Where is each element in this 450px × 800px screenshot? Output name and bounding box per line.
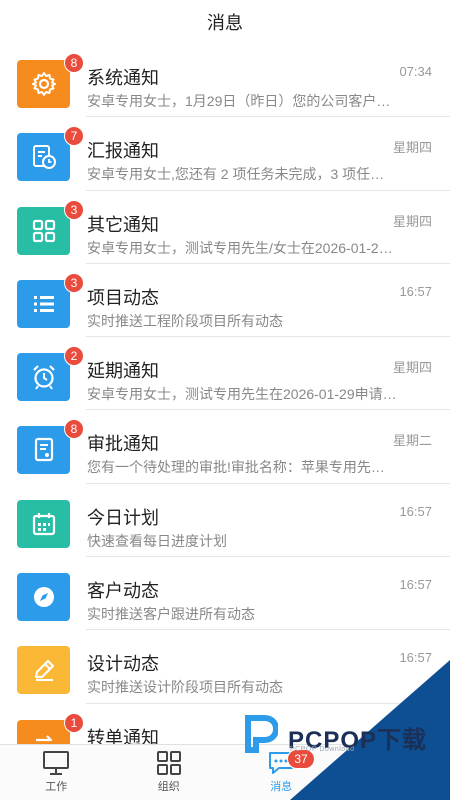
unread-badge: 7 [64,126,84,147]
message-title: 项目动态 [87,287,159,308]
message-time: 星期四 [392,360,432,376]
message-preview: 快速查看每日进度计划 [87,532,227,549]
tab-work-label: 工作 [45,781,68,793]
message-icon-box [17,646,70,695]
message-time: 16:57 [399,577,432,593]
grid-icon [32,219,55,242]
unread-badge: 8 [64,53,84,73]
message-title: 系统通知 [87,68,159,88]
message-item[interactable]: 8 系统通知 07:34 安卓专用女士，1月29日（昨日）您的公司客户有变化 [0,44,450,118]
message-icon-box [17,573,70,622]
message-title: 延期通知 [87,361,159,382]
report-clock-icon [32,145,56,170]
compass-icon [33,587,54,608]
unread-badge: 8 [64,419,84,440]
tab-work[interactable]: 工作 [0,745,113,800]
unread-badge: 1 [64,712,84,733]
message-title: 审批通知 [87,434,159,455]
message-preview: 安卓专用女士，1月29日（昨日）您的公司客户有变化 [87,93,397,109]
document-stamp-icon [34,438,53,462]
message-time: 星期四 [392,140,432,156]
message-item[interactable]: 客户动态 16:57 实时推送客户跟进所有动态 [0,557,450,631]
message-item[interactable]: 7 汇报通知 星期四安卓专用女士,您还有 2 项任务未完成，3 项任务待办理 [0,117,450,191]
message-icon-box [17,206,70,255]
message-title: 其它通知 [87,214,159,235]
gear-icon [31,72,56,96]
list-icon [33,295,54,312]
pencil-icon [34,660,54,682]
message-time: 星期二 [392,433,432,449]
unread-badge: 3 [64,199,84,220]
message-icon-box [17,426,70,475]
page-title: 消息 [207,13,243,33]
watermark-logo-icon [245,715,278,753]
message-preview: 安卓专用女士，测试专用先生/女士在2026-01-29提交了 [87,239,397,256]
message-title: 设计动态 [87,654,159,675]
message-title: 今日计划 [87,507,159,528]
message-time: 16:57 [399,503,432,519]
tab-org[interactable]: 组织 [113,745,226,800]
calendar-icon [32,512,55,535]
message-icon-box [17,60,70,108]
message-item[interactable]: 8 审批通知 星期二您有一个待处理的审批!审批名称：苹果专用先生的请假 [0,410,450,484]
message-preview: 安卓专用女士,您还有 2 项任务未完成，3 项任务待办理 [87,166,397,183]
message-icon-box [17,353,70,402]
message-item[interactable]: 今日计划 16:57 快速查看每日进度计划 [0,484,450,558]
message-time: 07:34 [399,64,432,79]
unread-badge: 3 [64,272,84,293]
message-title: 客户动态 [87,581,159,602]
message-item[interactable]: 2 延期通知 星期四安卓专用女士，测试专用先生在2026-01-29申请延期 [0,337,450,411]
message-icon-box [17,279,70,328]
watermark-subtext: PCPOP Download [290,746,355,753]
message-preview: 您有一个待处理的审批!审批名称：苹果专用先生的请假 [87,459,397,476]
message-icon-box [17,499,70,548]
message-preview: 实时推送工程阶段项目所有动态 [87,312,283,329]
alarm-clock-icon [32,365,55,390]
unread-badge: 2 [64,346,84,367]
message-preview: 实时推送客户跟进所有动态 [87,606,255,623]
header-bar: 消息 [0,0,450,44]
tab-org-label: 组织 [157,781,180,793]
message-list[interactable]: 8 系统通知 07:34 安卓专用女士，1月29日（昨日）您的公司客户有变化 7 汇报通知… [0,44,450,744]
message-title: 汇报通知 [87,141,159,162]
message-preview: 安卓专用女士，测试专用先生在2026-01-29申请延期 [87,386,397,403]
message-title: 转单通知 [87,727,159,744]
monitor-icon [43,751,70,775]
message-item[interactable]: 3 其它通知 星期四安卓专用女士，测试专用先生/女士在2026-01-29提交了 [0,191,450,264]
message-icon-box [17,133,70,182]
transfer-icon [35,734,52,741]
tab-messages-label: 消息 [270,781,293,793]
message-item[interactable]: 3 项目动态 16:57 实时推送工程阶段项目所有动态 [0,264,450,338]
message-time: 16:57 [399,283,432,299]
message-icon-box [17,719,70,744]
message-time: 星期四 [392,213,432,229]
grid-icon [156,751,181,775]
